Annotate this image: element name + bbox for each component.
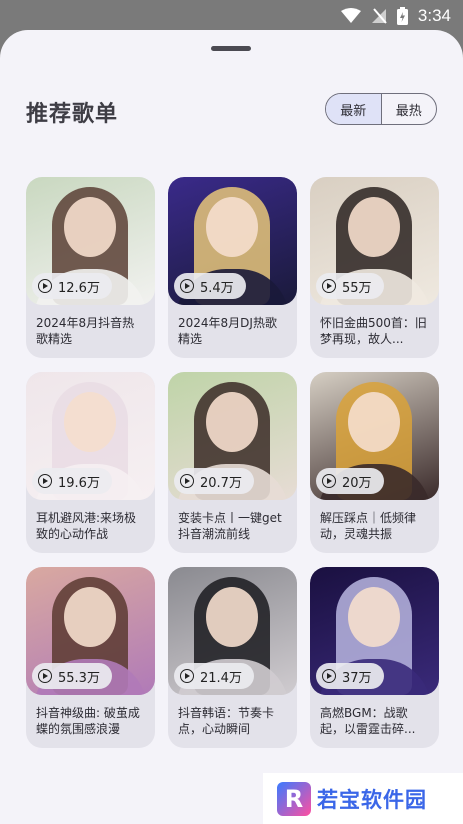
play-circle-icon: [38, 669, 52, 683]
no-signal-icon: [371, 8, 387, 24]
sort-toggle: 最新 最热: [325, 93, 437, 125]
playlist-grid: 12.6万 2024年8月抖音热歌精选 5.4万 2024年8月DJ热歌精选 55万怀旧…: [26, 177, 439, 748]
play-count: 55万: [342, 280, 372, 296]
playlist-cover-image: 12.6万: [26, 177, 155, 305]
playlist-cover-image: 20万: [310, 372, 439, 500]
play-circle-icon: [322, 669, 336, 683]
play-count-badge: 20.7万: [174, 468, 254, 494]
play-count: 55.3万: [58, 670, 100, 686]
playlist-card[interactable]: 20万解压踩点｜低频律动，灵魂共振: [310, 372, 439, 553]
status-bar: 3:34: [0, 0, 463, 32]
play-count: 20.7万: [200, 475, 242, 491]
play-circle-icon: [38, 279, 52, 293]
watermark: R 若宝软件园: [263, 773, 463, 824]
play-count-badge: 12.6万: [32, 273, 112, 299]
playlist-card[interactable]: 55万怀旧金曲500首：旧梦再现，故人...: [310, 177, 439, 358]
playlist-card[interactable]: 55.3万抖音神级曲: 破茧成蝶的氛围感浪漫: [26, 567, 155, 748]
drag-handle[interactable]: [211, 46, 251, 51]
playlist-cover-image: 55.3万: [26, 567, 155, 695]
play-circle-icon: [180, 474, 194, 488]
play-circle-icon: [322, 474, 336, 488]
playlist-title: 怀旧金曲500首：旧梦再现，故人...: [320, 316, 427, 346]
playlist-cover-image: 55万: [310, 177, 439, 305]
playlist-cover-image: 20.7万: [168, 372, 297, 500]
playlist-cover-image: 19.6万: [26, 372, 155, 500]
play-count-badge: 55.3万: [32, 663, 112, 689]
play-count-badge: 19.6万: [32, 468, 112, 494]
play-circle-icon: [38, 474, 52, 488]
play-count-badge: 5.4万: [174, 273, 246, 299]
wifi-icon: [340, 8, 361, 23]
play-count: 20万: [342, 475, 372, 491]
playlist-title: 2024年8月抖音热歌精选: [36, 316, 135, 346]
sort-tab-hottest[interactable]: 最热: [382, 94, 437, 124]
sort-tab-latest[interactable]: 最新: [326, 94, 382, 124]
playlist-sheet: 推荐歌单 最新 最热 12.6万 2024年8月抖音热歌精选 5.4万 2024年8月…: [0, 30, 463, 824]
playlist-title: 高燃BGM：战歌起，以雷霆击碎...: [320, 706, 416, 736]
play-circle-icon: [322, 279, 336, 293]
watermark-text: 若宝软件园: [317, 787, 427, 812]
battery-charging-icon: [396, 7, 408, 25]
playlist-title: 2024年8月DJ热歌精选: [178, 316, 277, 346]
play-count: 37万: [342, 670, 372, 686]
sheet-title: 推荐歌单: [26, 102, 119, 127]
playlist-title: 耳机避风港:来场极致的心动作战: [36, 511, 137, 541]
playlist-card[interactable]: 12.6万 2024年8月抖音热歌精选: [26, 177, 155, 358]
play-count: 19.6万: [58, 475, 100, 491]
play-count-badge: 55万: [316, 273, 384, 299]
playlist-card[interactable]: 37万高燃BGM：战歌起，以雷霆击碎...: [310, 567, 439, 748]
playlist-title: 抖音韩语：节奏卡点，心动瞬间: [178, 706, 275, 736]
play-circle-icon: [180, 669, 194, 683]
play-count-badge: 37万: [316, 663, 384, 689]
playlist-card[interactable]: 19.6万耳机避风港:来场极致的心动作战: [26, 372, 155, 553]
playlist-card[interactable]: 20.7万变装卡点丨一键get抖音潮流前线: [168, 372, 297, 553]
playlist-cover-image: 37万: [310, 567, 439, 695]
status-time: 3:34: [417, 6, 451, 25]
play-count: 5.4万: [200, 280, 234, 296]
playlist-cover-image: 5.4万: [168, 177, 297, 305]
play-count: 21.4万: [200, 670, 242, 686]
play-count: 12.6万: [58, 280, 100, 296]
watermark-logo: R: [277, 781, 311, 816]
play-count-badge: 20万: [316, 468, 384, 494]
playlist-title: 解压踩点｜低频律动，灵魂共振: [320, 511, 417, 541]
play-circle-icon: [180, 279, 194, 293]
playlist-title: 抖音神级曲: 破茧成蝶的氛围感浪漫: [36, 706, 140, 736]
play-count-badge: 21.4万: [174, 663, 254, 689]
playlist-cover-image: 21.4万: [168, 567, 297, 695]
playlist-card[interactable]: 21.4万抖音韩语：节奏卡点，心动瞬间: [168, 567, 297, 748]
playlist-title: 变装卡点丨一键get抖音潮流前线: [178, 511, 282, 541]
playlist-card[interactable]: 5.4万 2024年8月DJ热歌精选: [168, 177, 297, 358]
